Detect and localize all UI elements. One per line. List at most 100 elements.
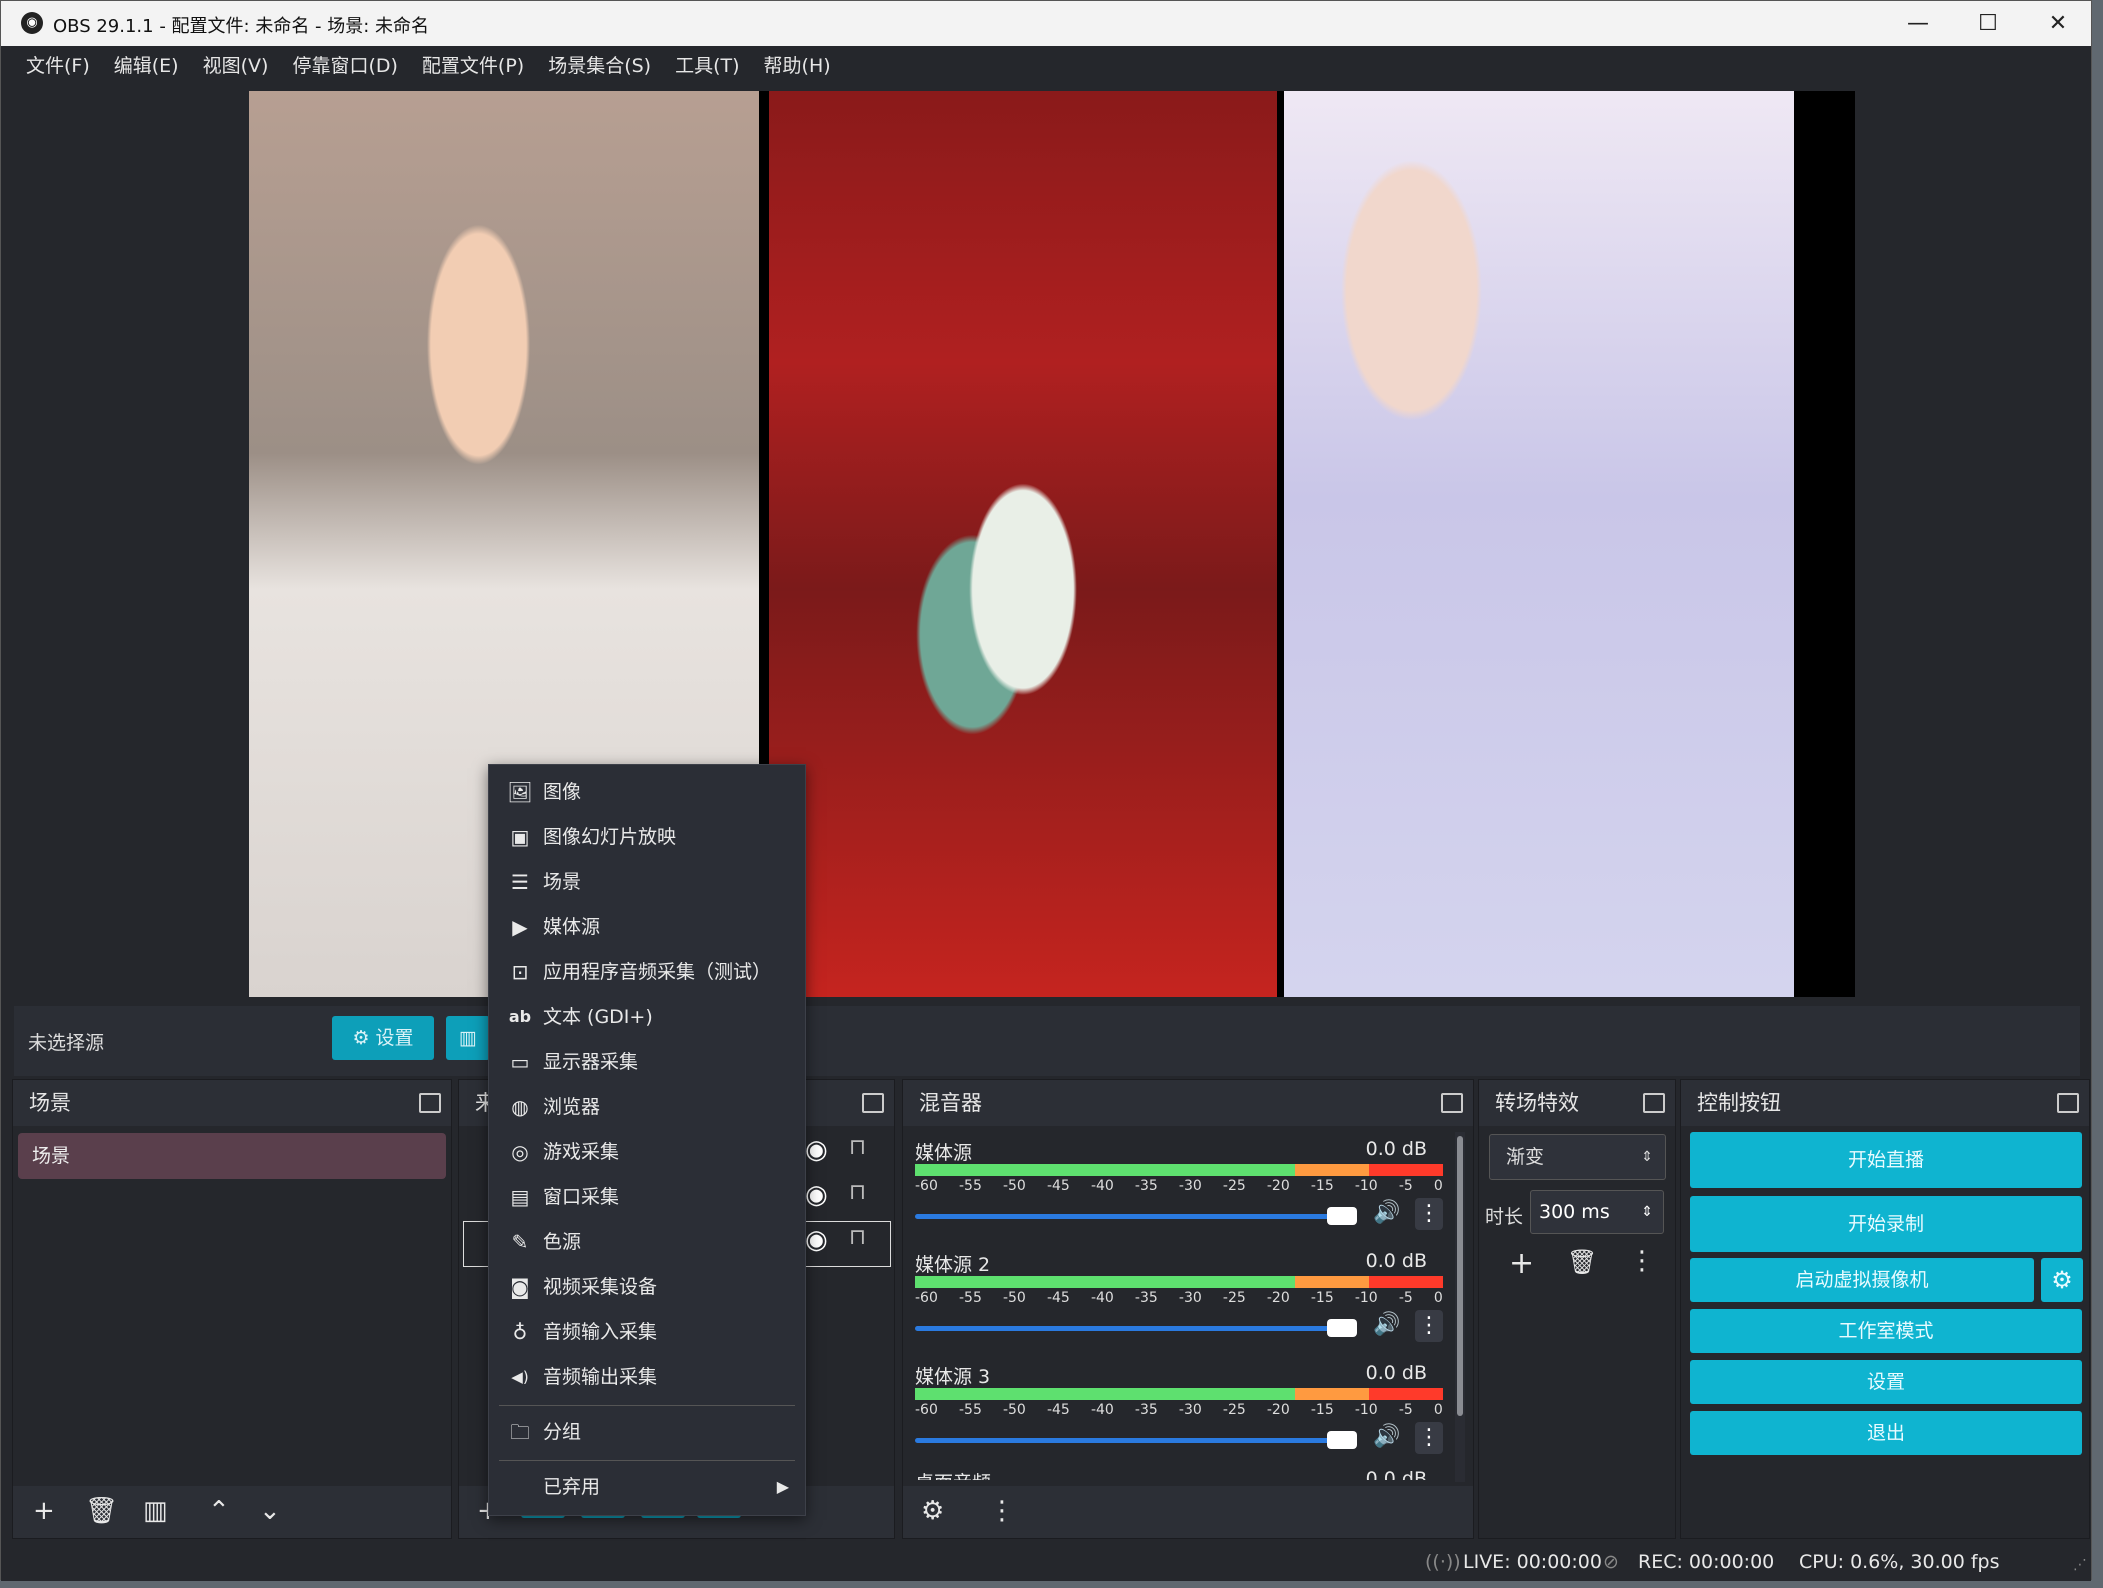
channel-name: 桌面音频 <box>915 1468 991 1480</box>
minimize-button[interactable]: — <box>1883 1 1953 46</box>
visibility-icon[interactable]: ◉ <box>805 1225 841 1265</box>
lock-icon[interactable]: ⊓ <box>849 1180 879 1220</box>
channel-menu-icon[interactable]: ⋮ <box>1415 1310 1443 1342</box>
menu-scene-collection[interactable]: 场景集合(S) <box>536 46 663 86</box>
visibility-icon[interactable]: ◉ <box>805 1135 841 1175</box>
menu-item-media-source[interactable]: ▶ 媒体源 <box>499 907 795 947</box>
speaker-icon[interactable]: 🔊 <box>1373 1312 1400 1337</box>
duration-spinbox[interactable]: 300 ms ⇕ <box>1530 1190 1664 1234</box>
volume-slider-handle[interactable] <box>1327 1207 1357 1225</box>
start-virtual-camera-button[interactable]: 启动虚拟摄像机 <box>1690 1258 2034 1302</box>
source-settings-label: 设置 <box>375 1027 414 1049</box>
obs-logo-icon: ◉ <box>21 12 43 34</box>
filter-icon: ▥ <box>459 1027 477 1049</box>
close-button[interactable]: ✕ <box>2023 1 2093 46</box>
channel-menu-icon[interactable]: ⋮ <box>1415 1198 1443 1230</box>
menu-help[interactable]: 帮助(H) <box>752 46 843 86</box>
menu-edit[interactable]: 编辑(E) <box>102 46 191 86</box>
settings-button[interactable]: 设置 <box>1690 1360 2082 1404</box>
menu-item-video-capture[interactable]: ◙ 视频采集设备 <box>499 1267 795 1307</box>
delete-scene-icon[interactable]: 🗑 <box>85 1496 118 1526</box>
menu-item-audio-output[interactable]: ◀) 音频输出采集 <box>499 1357 795 1397</box>
menu-item-image[interactable]: 🖼 图像 <box>499 772 795 812</box>
duration-label: 时长 <box>1485 1206 1524 1228</box>
lock-icon[interactable]: ⊓ <box>849 1135 879 1175</box>
add-source-context-menu: 🖼 图像 ▣ 图像幻灯片放映 ☰ 场景 ▶ 媒体源 ⊡ 应用程序音频采集（测试） ab 文本… <box>488 764 806 1516</box>
volume-meter <box>915 1276 1443 1288</box>
menu-item-color-source[interactable]: ✎ 色源 <box>499 1222 795 1262</box>
duration-value: 300 ms <box>1539 1201 1610 1223</box>
channel-db: 0.0 dB <box>1365 1250 1427 1272</box>
menu-separator <box>499 1460 795 1461</box>
maximize-button[interactable]: ☐ <box>1953 1 2023 46</box>
source-settings-button[interactable]: ⚙ 设置 <box>332 1016 434 1060</box>
scenes-header: 场景 <box>13 1080 451 1126</box>
transition-select[interactable]: 渐变 ⇕ <box>1489 1134 1666 1180</box>
menu-item-app-audio[interactable]: ⊡ 应用程序音频采集（测试） <box>499 952 795 992</box>
start-recording-button[interactable]: 开始录制 <box>1690 1196 2082 1252</box>
virtual-camera-settings-icon[interactable]: ⚙ <box>2041 1258 2083 1302</box>
menu-view[interactable]: 视图(V) <box>191 46 281 86</box>
menu-item-game-capture[interactable]: ◎ 游戏采集 <box>499 1132 795 1172</box>
volume-slider-handle[interactable] <box>1327 1319 1357 1337</box>
transition-value: 渐变 <box>1506 1146 1545 1168</box>
volume-slider-handle[interactable] <box>1327 1431 1357 1449</box>
studio-mode-button[interactable]: 工作室模式 <box>1690 1309 2082 1353</box>
undock-icon[interactable] <box>1643 1093 1665 1113</box>
menu-profile[interactable]: 配置文件(P) <box>410 46 536 86</box>
transitions-dock: 转场特效 渐变 ⇕ 时长 300 ms ⇕ + 🗑 ⋮ <box>1478 1079 1676 1539</box>
resize-grip-icon[interactable]: ⋰ <box>2073 1557 2087 1573</box>
meter-ticks: -60 -55 -50 -45 -40 -35 -30 -25 -20 -15 -10 -5 0 <box>915 1402 1443 1418</box>
menu-tools[interactable]: 工具(T) <box>663 46 751 86</box>
start-streaming-button[interactable]: 开始直播 <box>1690 1132 2082 1188</box>
controls-header: 控制按钮 <box>1681 1080 2089 1126</box>
channel-name: 媒体源 <box>915 1142 973 1164</box>
add-scene-icon[interactable]: + <box>33 1496 55 1526</box>
undock-icon[interactable] <box>862 1093 884 1113</box>
remove-transition-icon[interactable]: 🗑 <box>1567 1248 1597 1276</box>
scene-filter-icon[interactable]: ▥ <box>143 1496 168 1526</box>
advanced-audio-icon[interactable]: ⚙ <box>921 1496 944 1526</box>
move-up-icon[interactable]: ⌃ <box>208 1496 230 1526</box>
channel-menu-icon[interactable]: ⋮ <box>1415 1422 1443 1454</box>
mixer-scrollbar[interactable] <box>1455 1132 1465 1482</box>
spin-arrows-icon[interactable]: ⇕ <box>1641 1191 1653 1233</box>
menu-item-group[interactable]: 🗀 分组 <box>499 1412 795 1452</box>
move-down-icon[interactable]: ⌄ <box>259 1496 281 1526</box>
volume-slider[interactable] <box>915 1438 1345 1443</box>
mixer-header: 混音器 <box>903 1080 1473 1126</box>
menu-item-audio-input[interactable]: ♁ 音频输入采集 <box>499 1312 795 1352</box>
undock-icon[interactable] <box>1441 1093 1463 1113</box>
title-bar: ◉ OBS 29.1.1 - 配置文件: 未命名 - 场景: 未命名 — ☐ ✕ <box>1 1 2091 46</box>
menu-item-browser[interactable]: ◍ 浏览器 <box>499 1087 795 1127</box>
menu-item-deprecated[interactable]: 已弃用 ▶ <box>499 1467 795 1507</box>
gamepad-icon: ◎ <box>511 1140 529 1164</box>
mic-icon: ♁ <box>512 1320 528 1344</box>
scene-item[interactable]: 场景 <box>18 1133 446 1179</box>
menu-file[interactable]: 文件(F) <box>14 46 102 86</box>
obs-window: ◉ OBS 29.1.1 - 配置文件: 未命名 - 场景: 未命名 — ☐ ✕… <box>0 0 2092 1581</box>
speaker-icon[interactable]: 🔊 <box>1373 1200 1400 1225</box>
lock-icon[interactable]: ⊓ <box>849 1225 879 1265</box>
transition-menu-icon[interactable]: ⋮ <box>1629 1246 1655 1276</box>
volume-slider[interactable] <box>915 1214 1345 1219</box>
speaker-icon: ◀) <box>511 1368 529 1386</box>
menu-docks[interactable]: 停靠窗口(D) <box>280 46 409 86</box>
menu-item-text[interactable]: ab 文本 (GDI+) <box>499 997 795 1037</box>
filters-button[interactable]: ▥ <box>446 1016 490 1060</box>
menu-item-display-capture[interactable]: ▭ 显示器采集 <box>499 1042 795 1082</box>
app-audio-icon: ⊡ <box>511 960 529 984</box>
add-transition-icon[interactable]: + <box>1509 1246 1534 1281</box>
menu-item-scene[interactable]: ☰ 场景 <box>499 862 795 902</box>
mixer-channels: 媒体源 0.0 dB -60 -55 -50 -45 -40 -35 -30 -25 -20 -1… <box>903 1132 1455 1480</box>
visibility-icon[interactable]: ◉ <box>805 1180 841 1220</box>
speaker-icon[interactable]: 🔊 <box>1373 1424 1400 1449</box>
undock-icon[interactable] <box>419 1093 441 1113</box>
undock-icon[interactable] <box>2057 1093 2079 1113</box>
menu-item-window-capture[interactable]: ▤ 窗口采集 <box>499 1177 795 1217</box>
menu-item-slideshow[interactable]: ▣ 图像幻灯片放映 <box>499 817 795 857</box>
volume-slider[interactable] <box>915 1326 1345 1331</box>
exit-button[interactable]: 退出 <box>1690 1411 2082 1455</box>
mixer-menu-icon[interactable]: ⋮ <box>989 1496 1015 1526</box>
controls-dock: 控制按钮 开始直播 开始录制 启动虚拟摄像机 ⚙ 工作室模式 设置 退出 <box>1680 1079 2090 1539</box>
